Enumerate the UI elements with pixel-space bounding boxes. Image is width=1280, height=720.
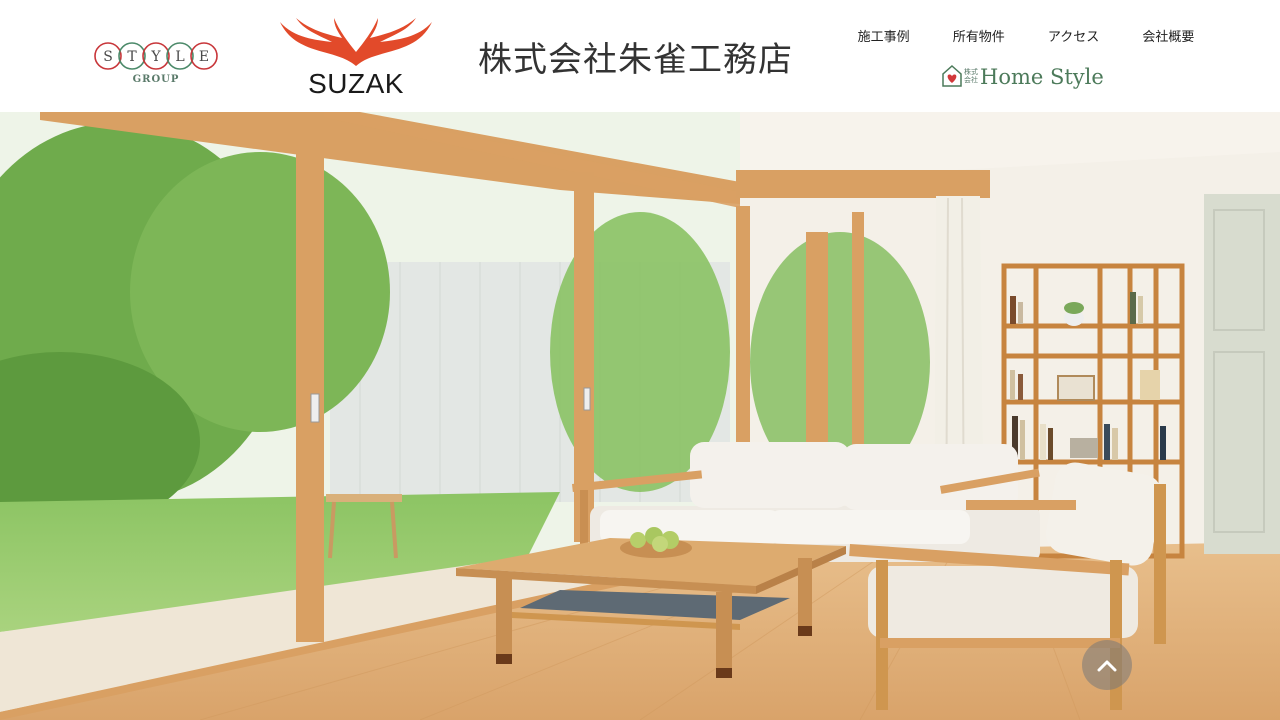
- suzak-wordmark: SUZAK: [308, 68, 404, 99]
- suzak-logo[interactable]: SUZAK: [276, 8, 436, 100]
- site-header: STYLE GROUP SUZAK 株式会社朱雀工務店 施工事例 所有物件 アク…: [0, 0, 1280, 112]
- nav-link-properties[interactable]: 所有物件: [953, 26, 1005, 45]
- style-letter: T: [127, 49, 137, 65]
- style-letter: L: [175, 49, 184, 65]
- back-to-top-button[interactable]: [1082, 640, 1132, 690]
- style-letter: E: [199, 49, 209, 65]
- nav-link-company[interactable]: 会社概要: [1142, 26, 1194, 45]
- nav-link-works[interactable]: 施工事例: [858, 26, 910, 45]
- house-heart-icon: [942, 65, 962, 87]
- nav-link-access[interactable]: アクセス: [1048, 26, 1099, 45]
- living-room-illustration: [0, 112, 1280, 720]
- homestyle-corp-label: 株式会社: [964, 68, 978, 84]
- hero-image: [0, 112, 1280, 720]
- company-name: 株式会社朱雀工務店: [478, 40, 793, 80]
- style-rings-icon: STYLE: [94, 42, 218, 70]
- style-letter: Y: [150, 49, 161, 65]
- homestyle-logo[interactable]: 株式会社 Home Style: [942, 63, 1104, 91]
- style-letter: S: [103, 49, 113, 65]
- homestyle-name: Home Style: [980, 65, 1104, 89]
- chevron-up-icon: [1097, 660, 1117, 672]
- style-group-label: GROUP: [132, 74, 180, 85]
- style-group-logo[interactable]: STYLE GROUP: [94, 38, 218, 88]
- main-nav: 施工事例 所有物件 アクセス 会社概要: [836, 24, 1216, 46]
